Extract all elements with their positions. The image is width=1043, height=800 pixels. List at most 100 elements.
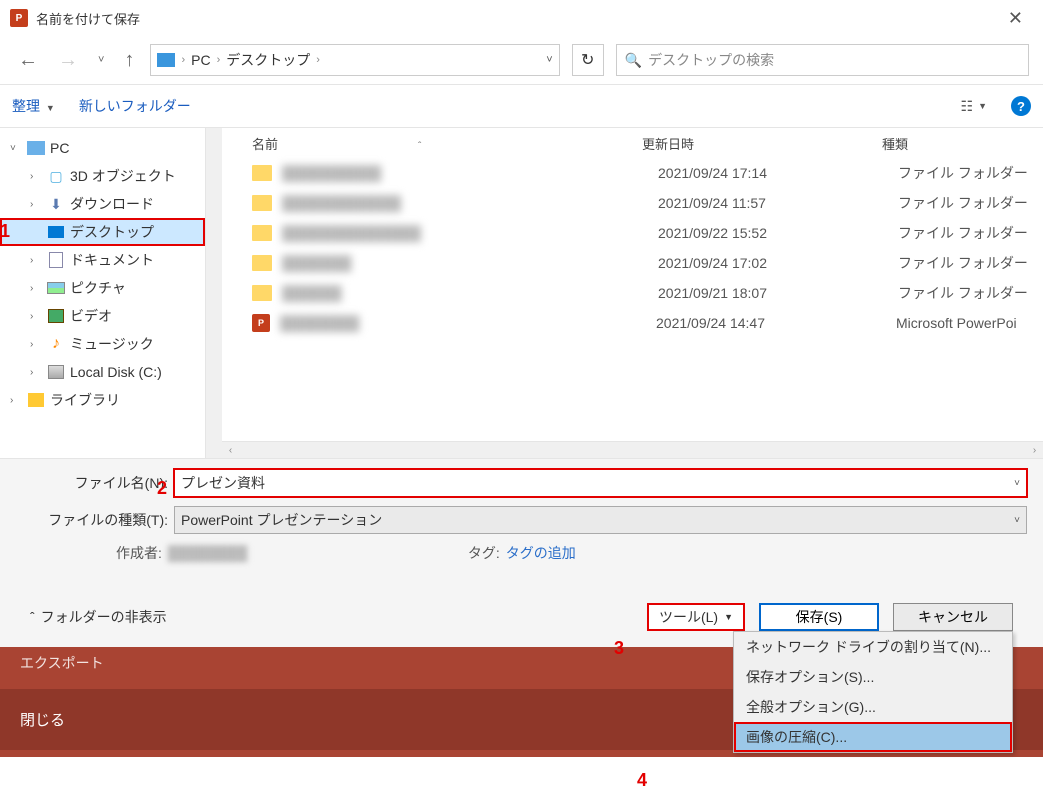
tree-item-lib[interactable]: › ライブラリ	[0, 386, 205, 414]
desktop-icon	[46, 224, 66, 240]
expand-icon[interactable]: ›	[30, 311, 42, 322]
vid-icon	[46, 308, 66, 324]
tree-label: ミュージック	[70, 334, 154, 354]
col-date[interactable]: 更新日時	[642, 134, 882, 153]
filename-input[interactable]: プレゼン資料 ˅	[174, 469, 1027, 497]
view-button[interactable]: ☷ ▼	[961, 98, 987, 115]
tree-label: デスクトップ	[70, 222, 154, 242]
file-list: 名前ˆ 更新日時 種類 ██████████2021/09/24 17:14ファ…	[222, 128, 1043, 458]
tree-label: ドキュメント	[70, 250, 154, 270]
refresh-button[interactable]: ↻	[572, 44, 604, 76]
author-label: 作成者:	[116, 543, 162, 563]
folder-icon	[252, 255, 272, 271]
file-name: ████████	[280, 315, 656, 331]
tree-label: ライブラリ	[50, 390, 120, 410]
up-button[interactable]: ↑	[120, 47, 138, 74]
expand-icon[interactable]: ›	[30, 199, 42, 210]
pc-icon	[157, 53, 175, 67]
tree-item-desktop[interactable]: デスクトップ	[0, 218, 205, 246]
recent-dropdown-icon[interactable]: ˅	[94, 52, 108, 68]
tree-item-3d[interactable]: › ▢3D オブジェクト	[0, 162, 205, 190]
breadcrumb-pc[interactable]: PC	[191, 52, 210, 68]
dl-icon: ⬇	[46, 196, 66, 212]
tree-item-doc[interactable]: › ドキュメント	[0, 246, 205, 274]
tree-scrollbar[interactable]	[205, 128, 222, 458]
h-scrollbar[interactable]: ‹ ›	[222, 441, 1043, 458]
file-type: ファイル フォルダー	[898, 223, 1043, 243]
expand-icon[interactable]: ›	[30, 171, 42, 182]
folder-icon	[252, 285, 272, 301]
search-input[interactable]: 🔍 デスクトップの検索	[616, 44, 1029, 76]
back-button[interactable]: ←	[14, 47, 42, 74]
tree-label: 3D オブジェクト	[70, 166, 176, 186]
col-name[interactable]: 名前ˆ	[252, 134, 642, 153]
tree-label: ダウンロード	[70, 194, 154, 214]
pic-icon	[46, 280, 66, 296]
file-date: 2021/09/24 17:14	[658, 165, 898, 181]
file-name: ███████	[282, 255, 658, 271]
tree-item-disk[interactable]: ›Local Disk (C:)	[0, 358, 205, 386]
expand-icon[interactable]: ›	[30, 367, 42, 378]
tag-add-link[interactable]: タグの追加	[506, 543, 576, 563]
expand-icon[interactable]: ›	[30, 255, 42, 266]
lib-icon	[26, 392, 46, 408]
save-button[interactable]: 保存(S)	[759, 603, 879, 631]
pc-icon	[26, 140, 46, 156]
file-type: ファイル フォルダー	[898, 163, 1043, 183]
breadcrumb-desktop[interactable]: デスクトップ	[226, 50, 310, 70]
file-row[interactable]: ██████████2021/09/24 17:14ファイル フォルダー	[222, 158, 1043, 188]
filetype-select[interactable]: PowerPoint プレゼンテーション ˅	[174, 506, 1027, 534]
new-folder-button[interactable]: 新しいフォルダー	[79, 96, 191, 116]
column-headers: 名前ˆ 更新日時 種類	[222, 128, 1043, 158]
hide-folders-button[interactable]: ˆ フォルダーの非表示	[30, 607, 167, 627]
organize-button[interactable]: 整理 ▼	[12, 96, 55, 116]
chevron-down-icon[interactable]: ˅	[546, 54, 552, 66]
expand-icon[interactable]: ˅	[10, 143, 22, 154]
annotation-3: 3	[614, 638, 624, 659]
file-date: 2021/09/24 11:57	[658, 195, 898, 211]
file-row[interactable]: ███████2021/09/24 17:02ファイル フォルダー	[222, 248, 1043, 278]
3d-icon: ▢	[46, 168, 66, 184]
file-row[interactable]: ████████████2021/09/24 11:57ファイル フォルダー	[222, 188, 1043, 218]
breadcrumb[interactable]: › PC › デスクトップ › ˅	[150, 44, 559, 76]
expand-icon[interactable]: ›	[30, 339, 42, 350]
annotation-4: 4	[637, 770, 647, 791]
nav-export[interactable]: エクスポート	[0, 647, 1043, 679]
tools-button[interactable]: ツール(L) ▼	[647, 603, 745, 631]
file-date: 2021/09/24 17:02	[658, 255, 898, 271]
list-view-icon: ☷	[961, 98, 974, 115]
tree-item-pc[interactable]: ˅PC	[0, 134, 205, 162]
file-row[interactable]: ██████2021/09/21 18:07ファイル フォルダー	[222, 278, 1043, 308]
author-value: ████████	[168, 545, 278, 561]
file-row[interactable]: P████████2021/09/24 14:47Microsoft Power…	[222, 308, 1043, 338]
sort-asc-icon: ˆ	[418, 141, 421, 152]
col-type[interactable]: 種類	[882, 134, 1043, 153]
file-row[interactable]: ██████████████2021/09/22 15:52ファイル フォルダー	[222, 218, 1043, 248]
file-name: ██████	[282, 285, 658, 301]
search-placeholder: デスクトップの検索	[648, 50, 774, 70]
scroll-left-icon[interactable]: ‹	[222, 445, 239, 456]
file-name: ██████████	[282, 165, 658, 181]
annotation-1: 1	[0, 221, 10, 242]
tag-label: タグ:	[468, 543, 500, 563]
tree-item-dl[interactable]: › ⬇ダウンロード	[0, 190, 205, 218]
tools-menu-item[interactable]: 全般オプション(G)...	[734, 692, 1012, 722]
file-date: 2021/09/21 18:07	[658, 285, 898, 301]
chevron-right-icon: ›	[217, 54, 221, 66]
expand-icon[interactable]: ›	[10, 395, 22, 406]
tree-label: ビデオ	[70, 306, 112, 326]
tree-item-vid[interactable]: › ビデオ	[0, 302, 205, 330]
tree-item-pic[interactable]: ›ピクチャ	[0, 274, 205, 302]
tree-item-music[interactable]: ›♪ミュージック	[0, 330, 205, 358]
chevron-down-icon[interactable]: ˅	[1014, 515, 1020, 526]
close-icon[interactable]: ✕	[998, 4, 1033, 33]
file-date: 2021/09/24 14:47	[656, 315, 896, 331]
ppt-icon: P	[252, 314, 270, 332]
expand-icon[interactable]: ›	[30, 283, 42, 294]
cancel-button[interactable]: キャンセル	[893, 603, 1013, 631]
chevron-down-icon[interactable]: ˅	[1014, 478, 1020, 489]
help-icon[interactable]: ?	[1011, 96, 1031, 116]
tools-menu-item[interactable]: 画像の圧縮(C)...	[734, 722, 1012, 752]
scroll-right-icon[interactable]: ›	[1026, 445, 1043, 456]
chevron-up-icon: ˆ	[30, 609, 35, 625]
